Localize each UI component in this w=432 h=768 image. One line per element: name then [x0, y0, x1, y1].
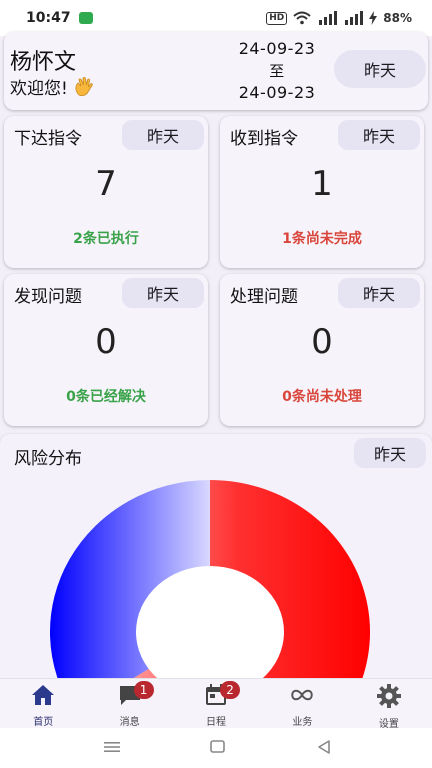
- card-title: 处理问题: [230, 287, 298, 307]
- card-status: 1条尚未完成: [282, 231, 362, 247]
- card-status: 0条已经解决: [66, 389, 146, 405]
- card-title: 收到指令: [230, 129, 298, 149]
- recent-apps-icon[interactable]: [104, 740, 120, 754]
- welcome-text: 欢迎您!: [10, 79, 68, 99]
- nav-label: 业务: [292, 717, 313, 728]
- status-indicators: HD 88%: [266, 11, 412, 25]
- period-button[interactable]: 昨天: [338, 120, 420, 150]
- card-status: 2条已执行: [73, 231, 139, 247]
- signal-icon: [319, 11, 338, 25]
- nav-label: 首页: [33, 717, 54, 728]
- nav-label: 消息: [119, 717, 140, 728]
- risk-distribution-panel: 风险分布 昨天: [0, 434, 432, 684]
- nav-messages[interactable]: 1 消息: [86, 679, 172, 728]
- home-icon: [30, 683, 56, 707]
- nav-label: 日程: [206, 717, 227, 728]
- gear-icon: [376, 683, 402, 709]
- date-separator: 至: [269, 62, 285, 80]
- nav-settings[interactable]: 设置: [346, 679, 432, 730]
- wifi-icon: [293, 11, 311, 25]
- waving-hand-icon: [75, 77, 93, 97]
- system-navigation-bar: [0, 728, 432, 768]
- risk-donut-chart: [50, 480, 370, 684]
- hd-icon: HD: [266, 11, 288, 25]
- signal-icon-2: [345, 11, 364, 25]
- period-button[interactable]: 昨天: [338, 278, 420, 308]
- message-notification-icon: [78, 12, 93, 24]
- card-value: 0: [95, 322, 117, 362]
- status-bar: 10:47 HD 88%: [0, 0, 432, 36]
- card-value: 7: [95, 164, 117, 204]
- messages-badge: 1: [133, 681, 154, 699]
- date-range: 24-09-23 至 24-09-23: [222, 38, 332, 104]
- user-header-card: 杨怀文 欢迎您! 24-09-23 至 24-09-23 昨天: [4, 32, 428, 110]
- card-value: 0: [311, 322, 333, 362]
- user-name: 杨怀文: [10, 50, 77, 75]
- issued-commands-card[interactable]: 下达指令 昨天 7 2条已执行: [4, 116, 208, 268]
- nav-schedule[interactable]: 2 日程: [173, 679, 259, 728]
- back-icon[interactable]: [316, 739, 332, 755]
- card-status: 0条尚未处理: [282, 389, 362, 405]
- nav-business[interactable]: 业务: [259, 679, 345, 728]
- home-nav-icon[interactable]: [210, 740, 226, 754]
- date-period-button[interactable]: 昨天: [334, 50, 426, 88]
- battery-level: 88%: [383, 11, 412, 25]
- date-from: 24-09-23: [238, 39, 316, 58]
- period-button[interactable]: 昨天: [122, 278, 204, 308]
- risk-period-button[interactable]: 昨天: [354, 438, 426, 468]
- card-title: 下达指令: [14, 129, 82, 149]
- handled-issues-card[interactable]: 处理问题 昨天 0 0条尚未处理: [220, 274, 424, 426]
- date-to: 24-09-23: [238, 83, 316, 102]
- risk-title: 风险分布: [14, 449, 82, 469]
- status-time: 10:47: [26, 10, 71, 26]
- period-button[interactable]: 昨天: [122, 120, 204, 150]
- found-issues-card[interactable]: 发现问题 昨天 0 0条已经解决: [4, 274, 208, 426]
- nav-home[interactable]: 首页: [0, 679, 86, 728]
- welcome-line: 欢迎您!: [10, 74, 95, 99]
- card-value: 1: [311, 164, 333, 204]
- charging-icon: [369, 11, 378, 25]
- received-commands-card[interactable]: 收到指令 昨天 1 1条尚未完成: [220, 116, 424, 268]
- bottom-navigation: 首页 1 消息 2 日程 业务 设置: [0, 678, 432, 730]
- schedule-badge: 2: [220, 681, 241, 699]
- infinity-icon: [289, 683, 315, 707]
- card-title: 发现问题: [14, 287, 82, 307]
